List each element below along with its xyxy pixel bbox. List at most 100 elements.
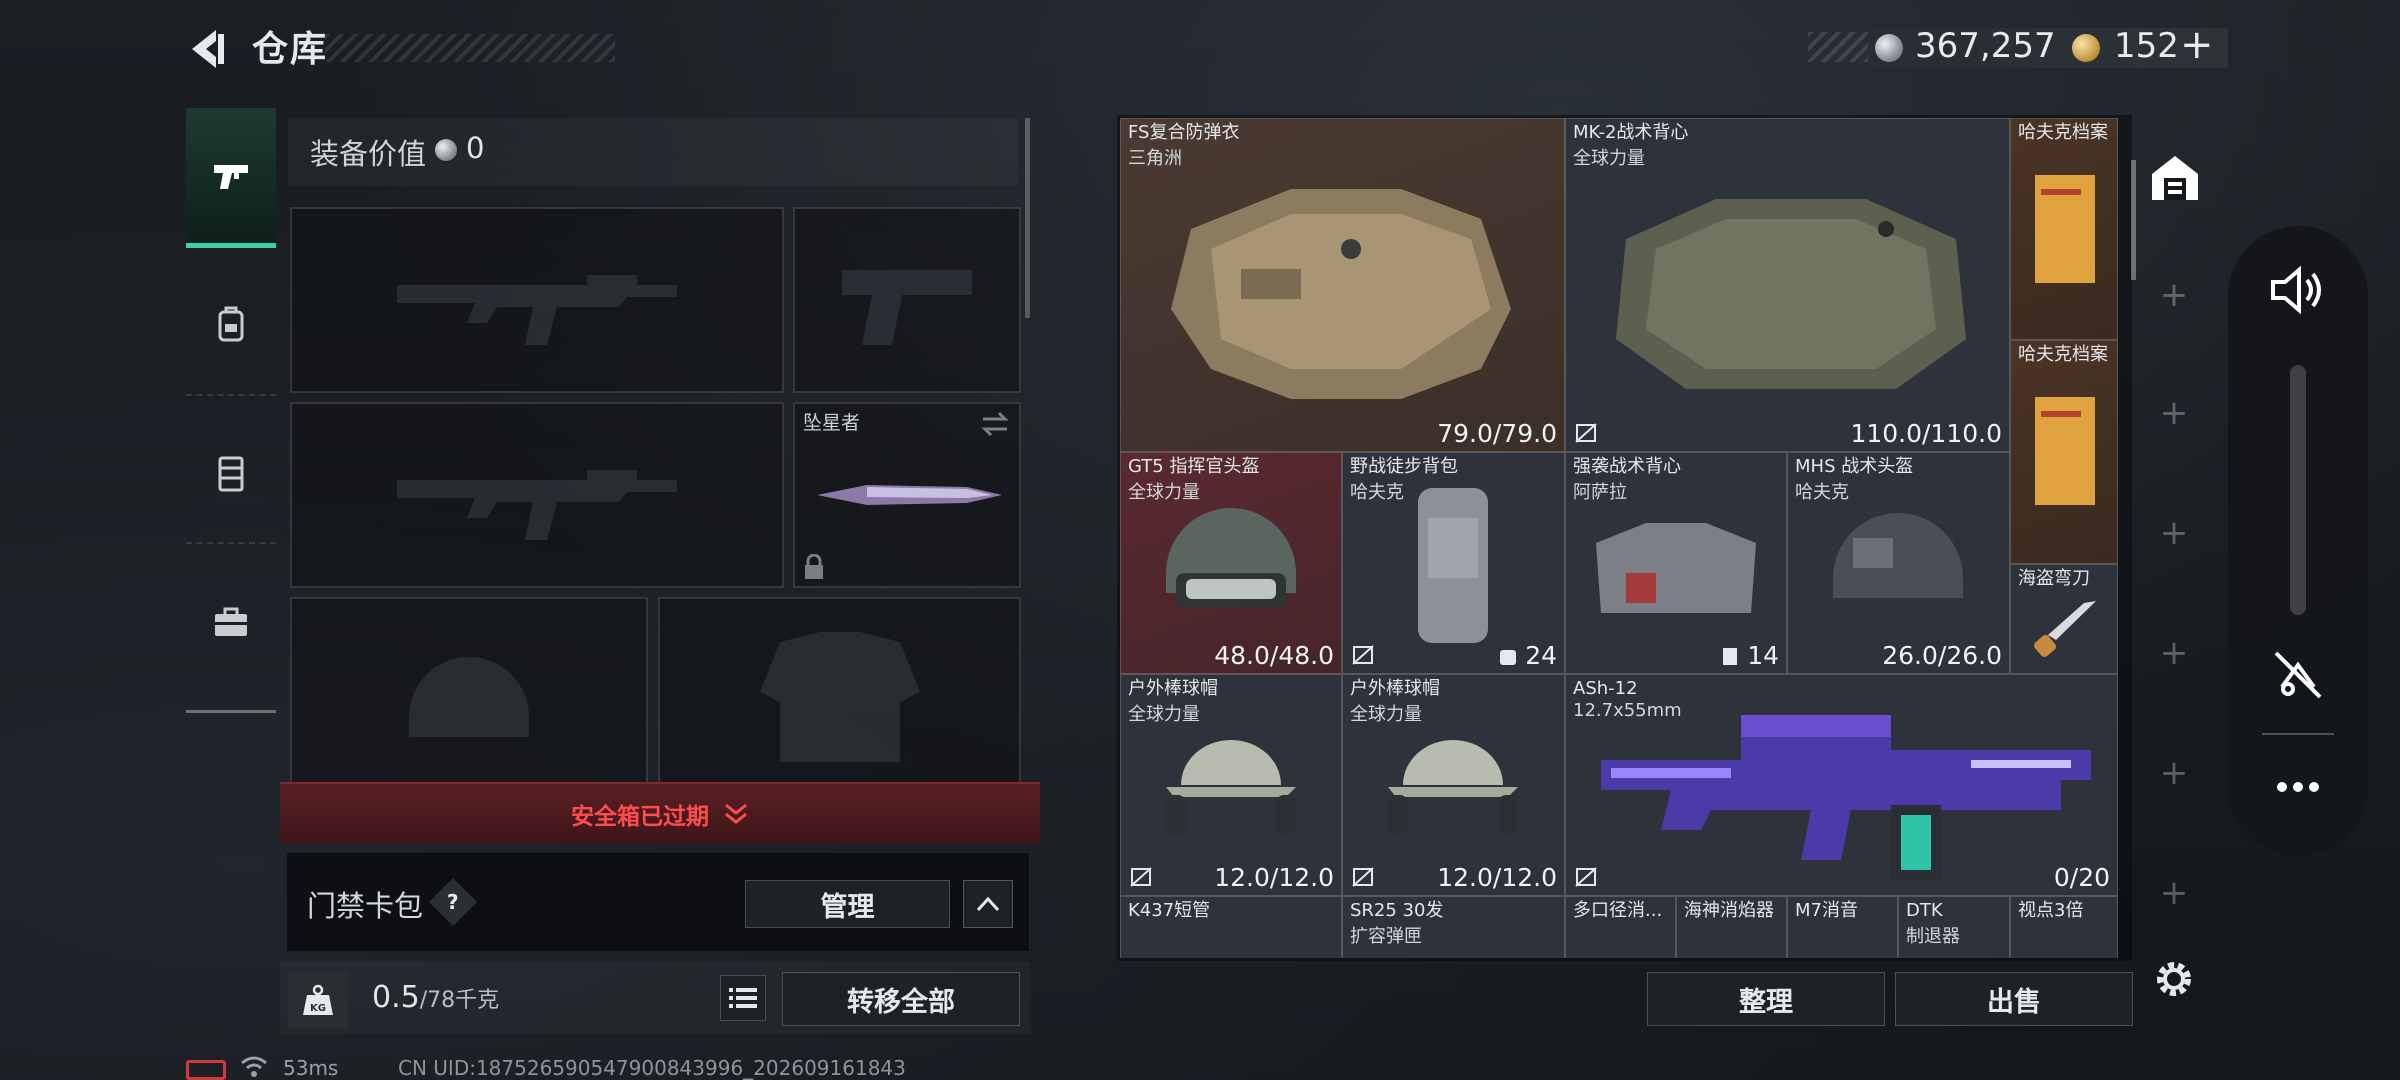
lock-icon — [805, 554, 823, 579]
stash-item-pirate-cutlass[interactable]: 海盗弯刀 — [2010, 564, 2118, 674]
armor-silhouette-icon — [759, 632, 920, 762]
warehouse-home-icon[interactable] — [2148, 150, 2202, 204]
safebox-status-bar[interactable]: 安全箱已过期 — [280, 782, 1040, 844]
stash-item-m7-suppressor[interactable]: M7消音 — [1787, 896, 1898, 958]
stash-scrollbar[interactable] — [2131, 160, 2136, 280]
gold-currency-amount: 152 — [2114, 26, 2179, 66]
safebox-expired-text: 安全箱已过期 — [571, 804, 709, 830]
briefcase-icon — [215, 607, 247, 636]
tactical-vest-icon — [1616, 199, 1966, 389]
add-currency-button[interactable]: + — [2180, 22, 2214, 68]
add-stash-page-button[interactable]: + — [2138, 873, 2210, 913]
stash-item-mk2-vest[interactable]: MK-2战术背心 全球力量 110.0/110.0 — [1565, 118, 2010, 452]
stash-item-baseball-cap[interactable]: 户外棒球帽 全球力量 12.0/12.0 — [1342, 674, 1565, 896]
tab-backpacks[interactable] — [186, 256, 276, 396]
stash-item-dtk-brake[interactable]: DTK 制退器 — [1898, 896, 2010, 958]
vest-icon — [218, 456, 244, 492]
manage-button[interactable]: 管理 — [745, 880, 950, 928]
gear-icon[interactable] — [2150, 955, 2198, 1003]
collapse-button[interactable] — [963, 880, 1013, 928]
silver-coin-icon — [1875, 34, 1903, 62]
stash-item-3x-scope[interactable]: 视点3倍 — [2010, 896, 2118, 958]
silver-currency-amount: 367,257 — [1915, 26, 2056, 66]
tab-vests[interactable] — [186, 404, 276, 544]
loadout-slots: 坠星者 — [280, 115, 1030, 785]
capacity-icon — [1500, 649, 1517, 665]
helmet-silhouette-icon — [409, 657, 529, 737]
backpack-icon — [1418, 488, 1488, 643]
sort-button[interactable]: 整理 — [1647, 972, 1885, 1026]
keycard-case-label: 门禁卡包 — [307, 889, 424, 923]
stash-item-k437-barrel[interactable]: K437短管 — [1120, 896, 1342, 958]
stash-item-sr25-magazine[interactable]: SR25 30发 扩容弹匣 — [1342, 896, 1565, 958]
helmet-icon — [1166, 508, 1296, 607]
stash-item-mhs-helmet[interactable]: MHS 战术头盔 哈夫克 26.0/26.0 — [1787, 452, 2010, 674]
stash-item-poseidon-flash-hider[interactable]: 海神消焰器 — [1676, 896, 1787, 958]
no-trade-icon — [1129, 422, 1153, 444]
melee-slot[interactable]: 坠星者 — [793, 402, 1021, 588]
helmet-slot[interactable] — [290, 597, 648, 785]
transfer-all-button[interactable]: 转移全部 — [782, 972, 1020, 1026]
primary-weapon-slot[interactable] — [290, 207, 784, 393]
swap-icon[interactable] — [979, 410, 1011, 438]
no-trade-icon — [1130, 867, 1152, 887]
tactical-vest-icon — [1596, 523, 1756, 613]
assault-rifle-icon — [1601, 715, 2091, 880]
stash-item-gt5-helmet[interactable]: GT5 指挥官头盔 全球力量 48.0/48.0 — [1120, 452, 1342, 674]
volume-slider[interactable] — [2290, 365, 2306, 615]
vest-capacity-icon — [1723, 647, 1738, 665]
weight-icon: KG — [288, 972, 348, 1028]
document-folder-icon — [2035, 175, 2095, 283]
pistol-silhouette-icon — [842, 270, 972, 345]
body-armor-icon — [1171, 189, 1511, 399]
stash-item-havoc-file[interactable]: 哈夫克档案 — [2010, 340, 2118, 564]
backpack-icon — [218, 306, 244, 342]
ping-value: 53ms — [283, 1056, 339, 1080]
add-stash-page-button[interactable]: + — [2138, 633, 2210, 673]
add-stash-page-button[interactable]: + — [2138, 393, 2210, 433]
more-options-icon[interactable] — [2265, 770, 2331, 804]
vibrate-off-icon[interactable] — [2268, 645, 2328, 705]
chevron-up-icon — [976, 896, 1000, 912]
second-weapon-slot[interactable] — [290, 402, 784, 588]
secondary-weapon-slot[interactable] — [793, 207, 1021, 393]
system-panel-divider — [2262, 733, 2334, 735]
tab-weapons[interactable] — [186, 108, 276, 248]
rifle-silhouette-icon — [397, 275, 677, 345]
tabs-divider — [186, 710, 276, 713]
stash-item-multi-caliber-suppressor[interactable]: 多口径消... — [1565, 896, 1676, 958]
armor-slot[interactable] — [658, 597, 1021, 785]
melee-name: 坠星者 — [803, 412, 861, 434]
tab-containers[interactable] — [186, 552, 276, 692]
back-arrow-icon[interactable] — [182, 24, 232, 74]
no-trade-icon — [1575, 867, 1597, 887]
no-trade-icon — [1352, 645, 1374, 665]
add-stash-page-button[interactable]: + — [2138, 513, 2210, 553]
stash-item-assault-vest[interactable]: 强袭战术背心 阿萨拉 14 — [1565, 452, 1787, 674]
page-title: 仓库 — [252, 29, 329, 70]
stash-item-field-backpack[interactable]: 野战徒步背包 哈夫克 24 — [1342, 452, 1565, 674]
battery-icon — [186, 1060, 226, 1080]
stash-item-havoc-file[interactable]: 哈夫克档案 — [2010, 118, 2118, 340]
stash-page-tabs: + + + + + + — [2138, 115, 2210, 961]
no-trade-icon — [1352, 867, 1374, 887]
list-view-button[interactable] — [720, 975, 766, 1021]
user-uid: CN UID:18752659054790084399​6_2026091618… — [398, 1056, 906, 1080]
gold-coin-icon — [2072, 34, 2100, 62]
no-trade-icon — [1575, 423, 1597, 443]
sell-button[interactable]: 出售 — [1895, 972, 2133, 1026]
volume-icon[interactable] — [2265, 262, 2331, 318]
stash-item-ash12-rifle[interactable]: ASh-12 12.7x55mm 0/20 — [1565, 674, 2118, 896]
stash-item-fs-armor[interactable]: FS复合防弹衣 三角洲 79.0/79.0 — [1120, 118, 1565, 452]
category-tabs — [186, 108, 276, 712]
wifi-icon — [241, 1056, 267, 1077]
add-stash-page-button[interactable]: + — [2138, 275, 2210, 315]
title-decoration — [325, 34, 615, 62]
carry-weight: 0.5/78千克 — [372, 980, 499, 1015]
carry-weight-max: /78千克 — [419, 988, 500, 1013]
add-stash-page-button[interactable]: + — [2138, 753, 2210, 793]
list-icon — [729, 988, 757, 1008]
weight-icon-text: KG — [310, 1003, 326, 1014]
stash-item-baseball-cap[interactable]: 户外棒球帽 全球力量 12.0/12.0 — [1120, 674, 1342, 896]
rifle-silhouette-icon — [397, 470, 677, 540]
